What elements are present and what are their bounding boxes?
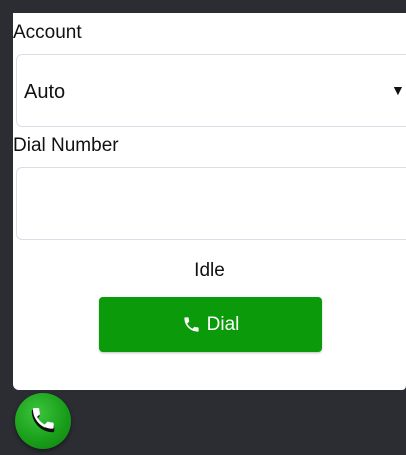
phone-icon [31,407,55,433]
account-selected-value: Auto [24,81,66,103]
phone-launcher-button[interactable] [15,393,71,449]
dropdown-caret-icon: ▼ [391,82,405,98]
account-select[interactable]: Auto ▼ [16,54,406,127]
dial-number-label: Dial Number [13,135,119,156]
phone-icon [184,317,199,332]
account-label: Account [13,22,82,43]
call-status: Idle [194,260,225,281]
dial-button[interactable]: Dial [99,297,322,352]
dial-number-input[interactable] [16,167,406,240]
dial-button-label: Dial [206,313,240,335]
dialer-panel: Account Auto ▼ Dial Number Idle Dial [13,13,406,390]
